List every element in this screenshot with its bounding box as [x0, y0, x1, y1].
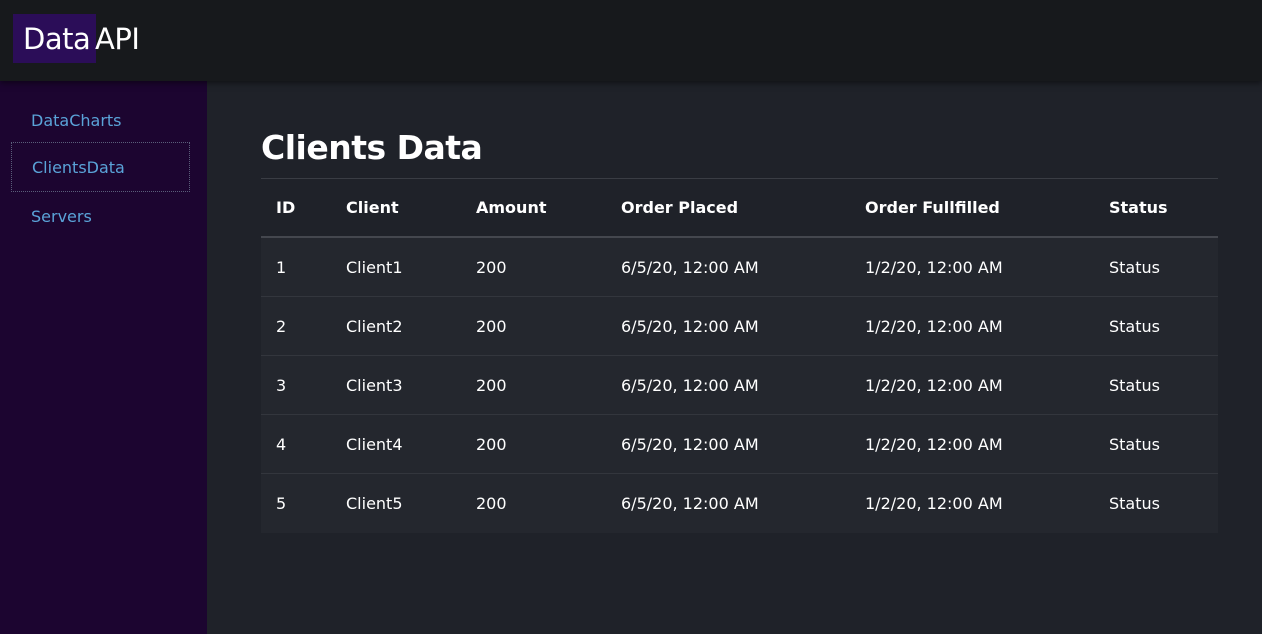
cell-order-fullfilled: 1/2/20, 12:00 AM [865, 257, 1003, 277]
column-header-client[interactable]: Client [331, 198, 461, 217]
clients-table: ID Client Amount Order Placed Order Full… [261, 178, 1218, 533]
cell-amount: 200 [476, 434, 507, 454]
logo-data-text: Data [13, 14, 96, 63]
cell-client: Client5 [346, 494, 403, 513]
cell-order-placed: 6/5/20, 12:00 AM [621, 316, 759, 336]
cell-status: Status [1109, 316, 1160, 336]
cell-status: Status [1109, 434, 1160, 454]
column-header-amount[interactable]: Amount [461, 198, 606, 217]
cell-client: Client4 [346, 434, 403, 454]
cell-id: 2 [276, 316, 287, 336]
sidebar-item-datacharts[interactable]: DataCharts [11, 95, 190, 145]
main-content: Clients Data ID Client Amount Order Plac… [207, 81, 1262, 634]
cell-status: Status [1109, 494, 1160, 513]
cell-id: 3 [276, 375, 287, 395]
cell-order-placed: 6/5/20, 12:00 AM [621, 257, 759, 277]
cell-order-placed: 6/5/20, 12:00 AM [621, 434, 759, 454]
app-logo[interactable]: Data API [13, 14, 140, 63]
cell-amount: 200 [476, 257, 507, 277]
table-row[interactable]: 3 Client3 200 6/5/20, 12:00 AM 1/2/20, 1… [261, 356, 1218, 415]
sidebar: DataCharts ClientsData Servers [0, 81, 207, 634]
logo-api-text: API [95, 21, 140, 56]
cell-order-fullfilled: 1/2/20, 12:00 AM [865, 494, 1003, 513]
cell-id: 5 [276, 494, 287, 513]
cell-status: Status [1109, 375, 1160, 395]
cell-order-fullfilled: 1/2/20, 12:00 AM [865, 375, 1003, 395]
column-header-id[interactable]: ID [261, 198, 331, 217]
cell-order-fullfilled: 1/2/20, 12:00 AM [865, 316, 1003, 336]
table-row[interactable]: 5 Client5 200 6/5/20, 12:00 AM 1/2/20, 1… [261, 474, 1218, 533]
cell-amount: 200 [476, 375, 507, 395]
table-row[interactable]: 4 Client4 200 6/5/20, 12:00 AM 1/2/20, 1… [261, 415, 1218, 474]
column-header-order-placed[interactable]: Order Placed [606, 198, 850, 217]
cell-amount: 200 [476, 494, 507, 513]
table-row[interactable]: 2 Client2 200 6/5/20, 12:00 AM 1/2/20, 1… [261, 297, 1218, 356]
cell-order-placed: 6/5/20, 12:00 AM [621, 494, 759, 513]
cell-amount: 200 [476, 316, 507, 336]
column-header-status[interactable]: Status [1094, 198, 1218, 217]
cell-client: Client1 [346, 257, 403, 277]
cell-order-fullfilled: 1/2/20, 12:00 AM [865, 434, 1003, 454]
table-header-row: ID Client Amount Order Placed Order Full… [261, 179, 1218, 238]
page-title: Clients Data [261, 128, 483, 167]
cell-status: Status [1109, 257, 1160, 277]
cell-id: 1 [276, 257, 287, 277]
cell-order-placed: 6/5/20, 12:00 AM [621, 375, 759, 395]
sidebar-item-servers[interactable]: Servers [11, 191, 190, 241]
cell-client: Client3 [346, 375, 403, 395]
table-row[interactable]: 1 Client1 200 6/5/20, 12:00 AM 1/2/20, 1… [261, 238, 1218, 297]
cell-id: 4 [276, 434, 287, 454]
top-bar: Data API [0, 0, 1262, 81]
cell-client: Client2 [346, 316, 403, 336]
column-header-order-fullfilled[interactable]: Order Fullfilled [850, 198, 1094, 217]
sidebar-item-clientsdata[interactable]: ClientsData [11, 142, 190, 192]
